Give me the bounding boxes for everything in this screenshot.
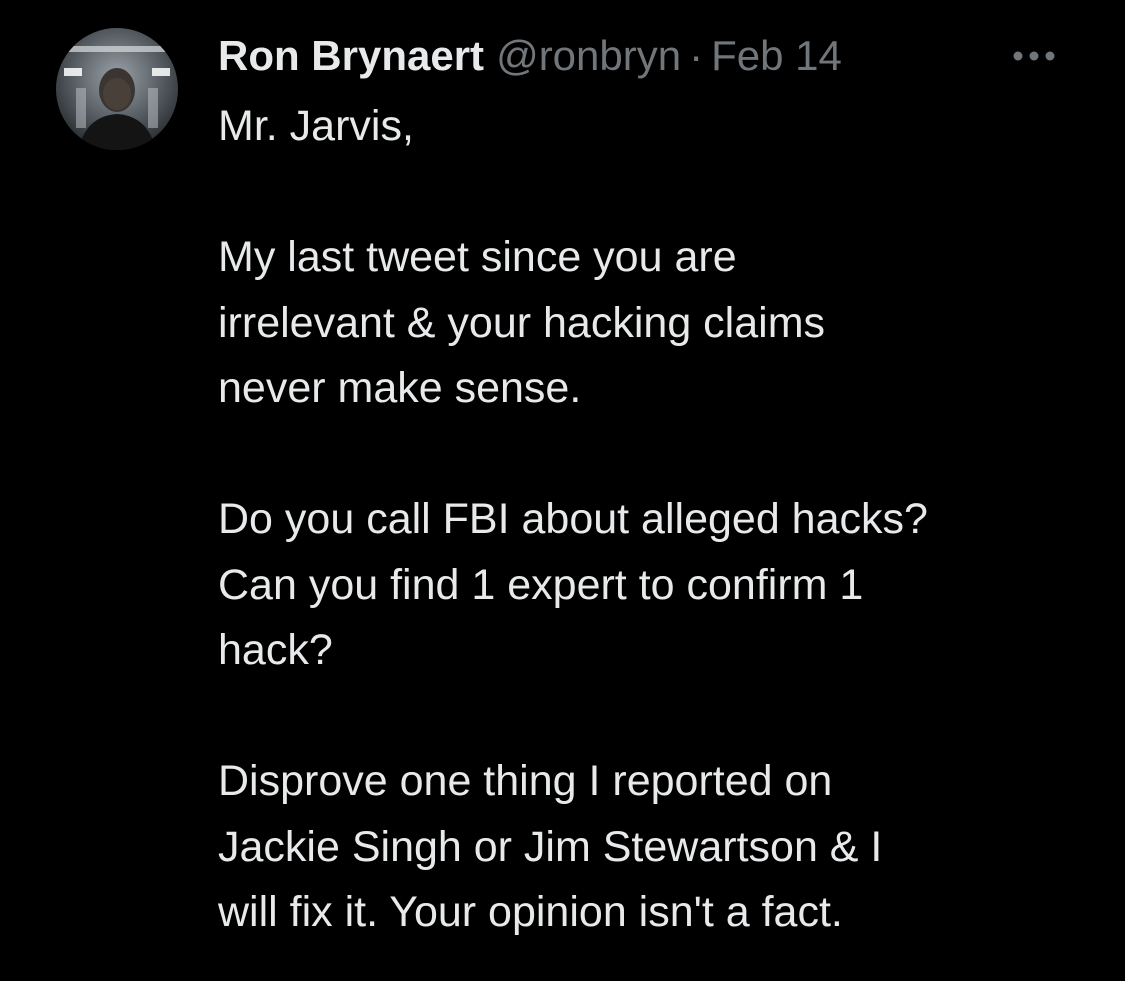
tweet-line: Jackie Singh or Jim Stewartson & I bbox=[218, 822, 883, 871]
tweet-line: Can you find 1 expert to confirm 1 bbox=[218, 560, 864, 609]
tweet-line: Do you call FBI about alleged hacks? bbox=[218, 495, 928, 543]
tweet-line: My last tweet since you are bbox=[218, 233, 737, 281]
avatar-photo bbox=[56, 28, 178, 150]
tweet-line: never make sense. bbox=[218, 364, 582, 412]
tweet: Ron Brynaert @ronbryn · Feb 14 Mr. Jarvi… bbox=[0, 0, 1125, 981]
tweet-header: Ron Brynaert @ronbryn · Feb 14 bbox=[218, 26, 842, 86]
more-horizontal-icon bbox=[1013, 51, 1055, 61]
tweet-line: Mr. Jarvis, bbox=[218, 102, 414, 150]
more-options-button[interactable] bbox=[1004, 28, 1064, 84]
author-name[interactable]: Ron Brynaert bbox=[218, 26, 484, 86]
tweet-date[interactable]: Feb 14 bbox=[711, 26, 842, 86]
author-handle[interactable]: @ronbryn bbox=[496, 26, 681, 86]
tweet-line: irrelevant & your hacking claims bbox=[218, 298, 826, 347]
tweet-line: will fix it. Your opinion isn't a fact. bbox=[218, 888, 843, 936]
tweet-line: Disprove one thing I reported on bbox=[218, 757, 833, 805]
tweet-text: Mr. Jarvis, My last tweet since you are … bbox=[218, 94, 1098, 946]
header-separator: · bbox=[689, 32, 704, 79]
avatar[interactable] bbox=[56, 28, 178, 150]
tweet-line: hack? bbox=[218, 626, 333, 674]
